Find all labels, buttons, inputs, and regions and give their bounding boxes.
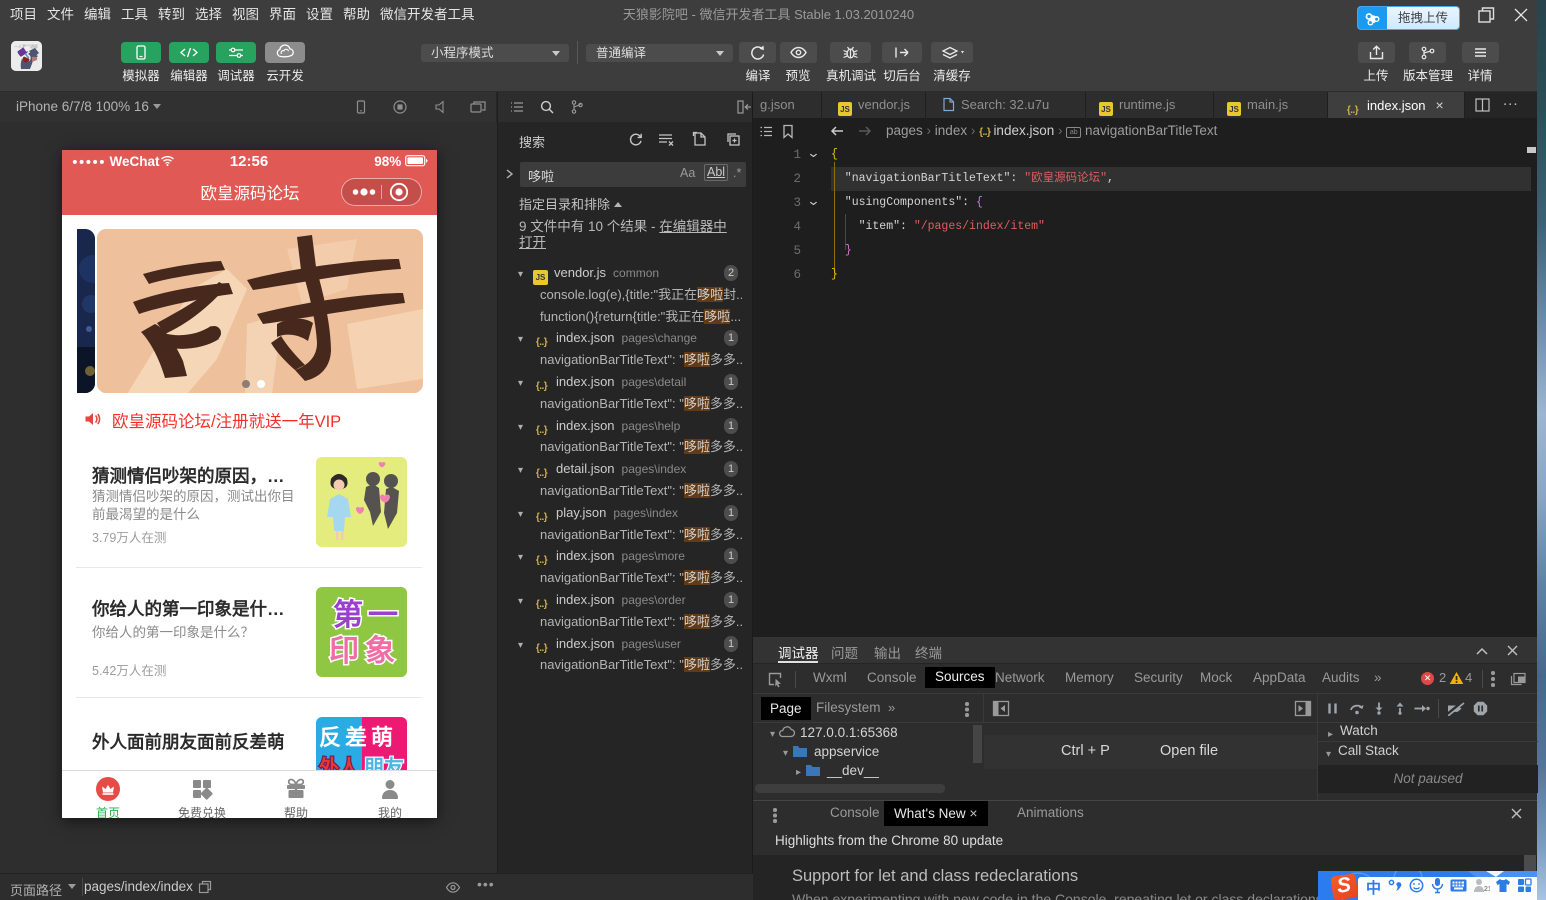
svg-text:象: 象 [365, 635, 395, 668]
svg-text:朋友: 朋友 [364, 755, 404, 770]
svg-text:21: 21 [1484, 886, 1490, 893]
svg-text:外人: 外人 [319, 755, 360, 770]
svg-text:印: 印 [329, 635, 359, 668]
svg-text:一: 一 [368, 599, 398, 632]
svg-text:反: 反 [319, 725, 341, 750]
svg-text:萌: 萌 [371, 725, 393, 750]
svg-text:第: 第 [333, 598, 363, 632]
svg-text:差: 差 [345, 725, 367, 750]
